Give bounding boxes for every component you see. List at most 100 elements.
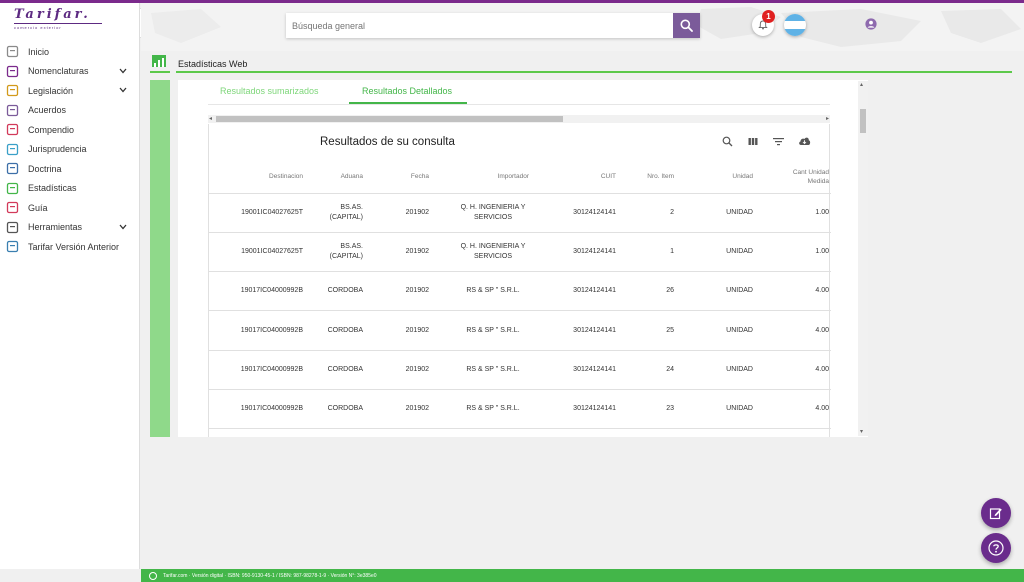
sidebar-item-estadisticas[interactable]: Estadísticas [0, 179, 140, 199]
results-panel: Resultados sumarizados Resultados Detall… [178, 80, 868, 437]
cell-destinacion: 19017IC04000992B [209, 350, 303, 390]
cell-aduana: BS.AS. (CAPITAL) [303, 232, 363, 273]
title-icon-underline [150, 71, 170, 73]
table-row[interactable]: 19017IC04000992B CORDOBA 201902 RS & SP " S… [209, 310, 831, 351]
sidebar-item-label: Herramientas [28, 222, 83, 233]
sidebar-item-nomenclaturas[interactable]: Nomenclaturas [0, 62, 140, 82]
monitor-icon [5, 240, 19, 254]
cell-aduana: CORDOBA [303, 389, 363, 430]
sidebar-item-tarifar-version-anterior[interactable]: Tarifar Versión Anterior [0, 237, 140, 257]
cell-aduana: CORDOBA [303, 350, 363, 390]
cell-unidad: UNIDAD [674, 193, 753, 233]
search-button[interactable] [673, 13, 700, 38]
sidebar-item-label: Guía [28, 202, 48, 213]
sidebar-item-label: Doctrina [28, 163, 62, 174]
chevron-down-icon[interactable] [116, 67, 130, 76]
cell-cuit: 30124124141 [529, 232, 616, 273]
table-row[interactable]: 19017IC04000992B CORDOBA 201902 RS & SP " S… [209, 389, 831, 430]
cell-cuit: 30124124141 [529, 389, 616, 430]
column-header-aduana[interactable]: Aduana [303, 161, 363, 194]
cell-aduana: CORDOBA [303, 310, 363, 351]
sidebar-item-doctrina[interactable]: Doctrina [0, 159, 140, 179]
gavel-icon [5, 142, 19, 156]
column-header-cant-unidad-medida[interactable]: Cant Unidad Medida [753, 161, 831, 194]
logo-wordmark: Tarifar. [14, 7, 91, 22]
chevron-down-icon[interactable] [116, 86, 130, 95]
sidebar-item-guia[interactable]: Guía [0, 198, 140, 218]
columns-icon[interactable] [746, 134, 760, 148]
sidebar-item-herramientas[interactable]: Herramientas [0, 218, 140, 238]
table-row[interactable]: 19001IC04027625T BS.AS. (CAPITAL) 201902 Q.… [209, 232, 831, 273]
cell-fecha: 201902 [363, 271, 429, 312]
cell-nro-item: 26 [616, 271, 674, 312]
cell-cuit: 30124124141 [529, 310, 616, 351]
sidebar-item-jurisprudencia[interactable]: Jurisprudencia [0, 140, 140, 160]
scroll-right-arrow-icon[interactable]: ▸ [826, 115, 829, 122]
user-account-icon[interactable] [865, 17, 877, 35]
table-header-row: Destinacion Aduana Fecha Importador CUIT… [209, 161, 831, 194]
sidebar: Tarifar. comercio exterior Inicio Nomencl… [0, 3, 140, 569]
sidebar-item-label: Compendio [28, 124, 75, 135]
tab-resultados-sumarizados[interactable]: Resultados sumarizados [220, 86, 319, 96]
column-header-destinacion[interactable]: Destinacion [209, 161, 303, 194]
sidebar-item-label: Jurisprudencia [28, 144, 87, 155]
sidebar-item-label: Tarifar Versión Anterior [28, 241, 120, 252]
tarifar-logo[interactable]: Tarifar. comercio exterior [14, 7, 106, 30]
sidebar-item-label: Inicio [28, 46, 50, 57]
books-icon [5, 123, 19, 137]
argentina-flag-icon[interactable] [784, 14, 806, 36]
column-header-importador[interactable]: Importador [429, 161, 529, 194]
horizontal-scroll-thumb[interactable] [216, 116, 563, 122]
horizontal-scrollbar[interactable]: ◂ ▸ [208, 115, 830, 123]
logo-underline [14, 23, 102, 24]
cell-importador: RS & SP " S.R.L. [429, 271, 529, 312]
sidebar-item-compendio[interactable]: Compendio [0, 120, 140, 140]
sidebar-item-inicio[interactable]: Inicio [0, 42, 140, 62]
cell-nro-item: 23 [616, 389, 674, 430]
cell-cant-unidad-medida: 1.00 [753, 232, 831, 273]
column-header-fecha[interactable]: Fecha [363, 161, 429, 194]
search-input[interactable] [286, 13, 673, 38]
cell-cant-unidad-medida: 4.00 [753, 350, 831, 390]
cell-fecha: 201902 [363, 350, 429, 390]
global-search [286, 13, 700, 38]
footer-text: Tarifar.com · Versión digital · ISBN: 95… [163, 572, 377, 579]
table-row[interactable]: 19001IC04027625T BS.AS. (CAPITAL) 201902 Q.… [209, 193, 831, 233]
column-header-nro-item[interactable]: Nro. Item [616, 161, 674, 194]
cell-importador: RS & SP " S.R.L. [429, 389, 529, 430]
table-row[interactable]: 19017IC04000992B CORDOBA 201902 RS & SP " S… [209, 350, 831, 390]
cell-nro-item: 24 [616, 350, 674, 390]
scroll-up-arrow-icon[interactable]: ▴ [860, 81, 863, 88]
results-title: Resultados de su consulta [320, 136, 455, 148]
scroll-left-arrow-icon[interactable]: ◂ [209, 115, 212, 122]
filter-icon[interactable] [771, 134, 785, 148]
footer-bar: Tarifar.com · Versión digital · ISBN: 95… [141, 569, 1024, 582]
cell-fecha: 201902 [363, 310, 429, 351]
help-fab-button[interactable] [981, 533, 1011, 563]
vertical-scrollbar[interactable]: ▴ ▾ [858, 81, 868, 436]
sidebar-item-legislacion[interactable]: Legislación [0, 81, 140, 101]
cell-unidad: UNIDAD [674, 271, 753, 312]
cell-cuit: 30124124141 [529, 271, 616, 312]
home-icon [5, 45, 19, 59]
scroll-down-arrow-icon[interactable]: ▾ [860, 428, 863, 435]
tab-resultados-detallados[interactable]: Resultados Detallados [362, 86, 452, 96]
bar-chart-icon [5, 181, 19, 195]
cell-cant-unidad-medida: 4.00 [753, 389, 831, 430]
section-accent-bar [150, 80, 170, 437]
footer-logo-icon [149, 571, 157, 580]
vertical-scroll-thumb[interactable] [860, 109, 866, 133]
column-header-unidad[interactable]: Unidad [674, 161, 753, 194]
edit-fab-button[interactable] [981, 498, 1011, 528]
table-row[interactable]: 19017IC04000992B CORDOBA 201902 RS & SP " S… [209, 271, 831, 312]
cell-cant-unidad-medida: 1.00 [753, 193, 831, 233]
sidebar-item-acuerdos[interactable]: Acuerdos [0, 101, 140, 121]
cell-importador: Q. H. INGENIERIA Y SERVICIOS [429, 232, 529, 273]
handshake-icon [5, 103, 19, 117]
table-search-icon[interactable] [720, 134, 734, 148]
cell-cuit: 30124124141 [529, 193, 616, 233]
column-header-cuit[interactable]: CUIT [529, 161, 616, 194]
cloud-download-icon[interactable] [797, 134, 811, 148]
chevron-down-icon[interactable] [116, 223, 130, 232]
cell-unidad: UNIDAD [674, 310, 753, 351]
